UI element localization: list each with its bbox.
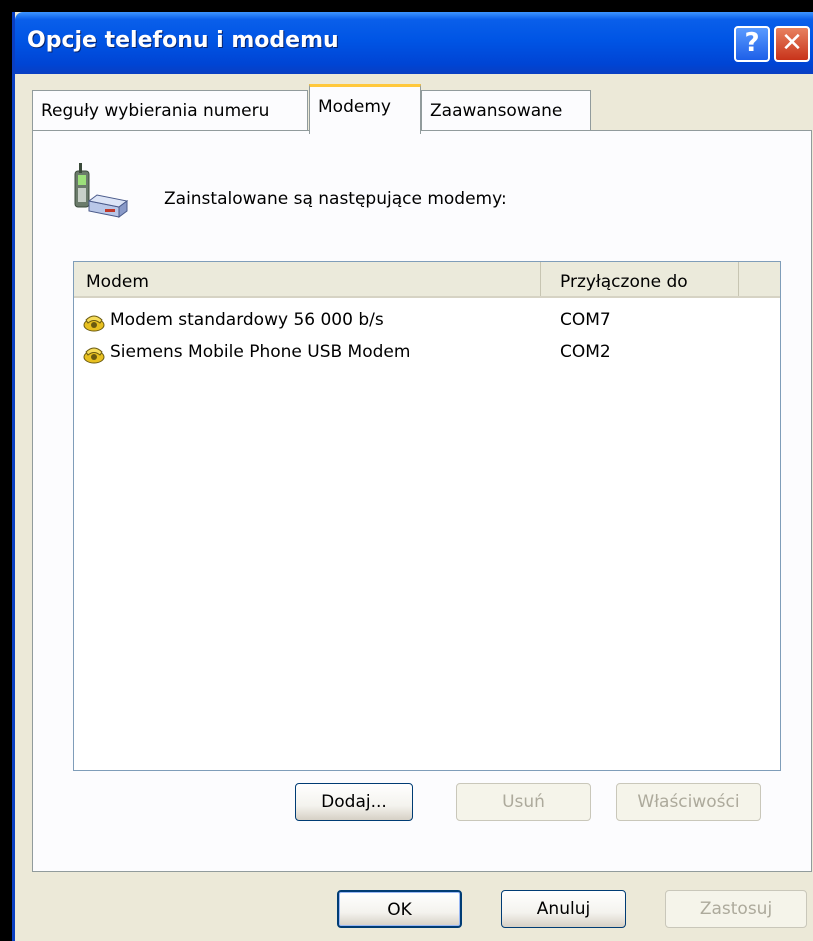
tab-advanced[interactable]: Zaawansowane: [421, 90, 591, 130]
list-item[interactable]: Modem standardowy 56 000 b/s COM7: [82, 308, 772, 334]
add-button[interactable]: Dodaj...: [295, 783, 413, 821]
column-header-port[interactable]: Przyłączone do: [541, 262, 739, 296]
properties-button[interactable]: Właściwości: [616, 783, 761, 821]
modem-port: COM7: [560, 310, 611, 330]
modem-port: COM2: [560, 342, 611, 362]
column-header-modem[interactable]: Modem: [74, 262, 541, 296]
modem-name: Siemens Mobile Phone USB Modem: [110, 342, 411, 362]
list-item[interactable]: Siemens Mobile Phone USB Modem COM2: [82, 340, 772, 366]
column-header-empty: [739, 262, 780, 296]
close-button[interactable]: ✕: [774, 26, 810, 62]
modem-phone-icon: [83, 315, 105, 332]
tab-modems[interactable]: Modemy: [309, 84, 421, 134]
ok-button[interactable]: OK: [337, 890, 462, 928]
intro-text: Zainstalowane są następujące modemy:: [164, 189, 507, 209]
modem-name: Modem standardowy 56 000 b/s: [110, 310, 384, 330]
remove-button[interactable]: Usuń: [456, 783, 591, 821]
help-button[interactable]: ?: [734, 26, 770, 62]
dialog-window: Opcje telefonu i modemu ? ✕ Reguły wybie…: [12, 12, 813, 941]
tab-dialing-rules[interactable]: Reguły wybierania numeru: [32, 90, 308, 130]
title-bar[interactable]: Opcje telefonu i modemu ? ✕: [15, 12, 813, 74]
cancel-button[interactable]: Anuluj: [501, 890, 626, 928]
apply-button[interactable]: Zastosuj: [665, 890, 807, 928]
modems-panel: Zainstalowane są następujące modemy: Mod…: [32, 130, 812, 872]
list-header: Modem Przyłączone do: [74, 262, 780, 298]
window-title: Opcje telefonu i modemu: [27, 28, 339, 53]
modem-list[interactable]: Modem Przyłączone do Modem standardowy 5…: [73, 261, 781, 771]
modem-phone-icon: [83, 347, 105, 364]
phone-modem-icon: [74, 163, 129, 218]
